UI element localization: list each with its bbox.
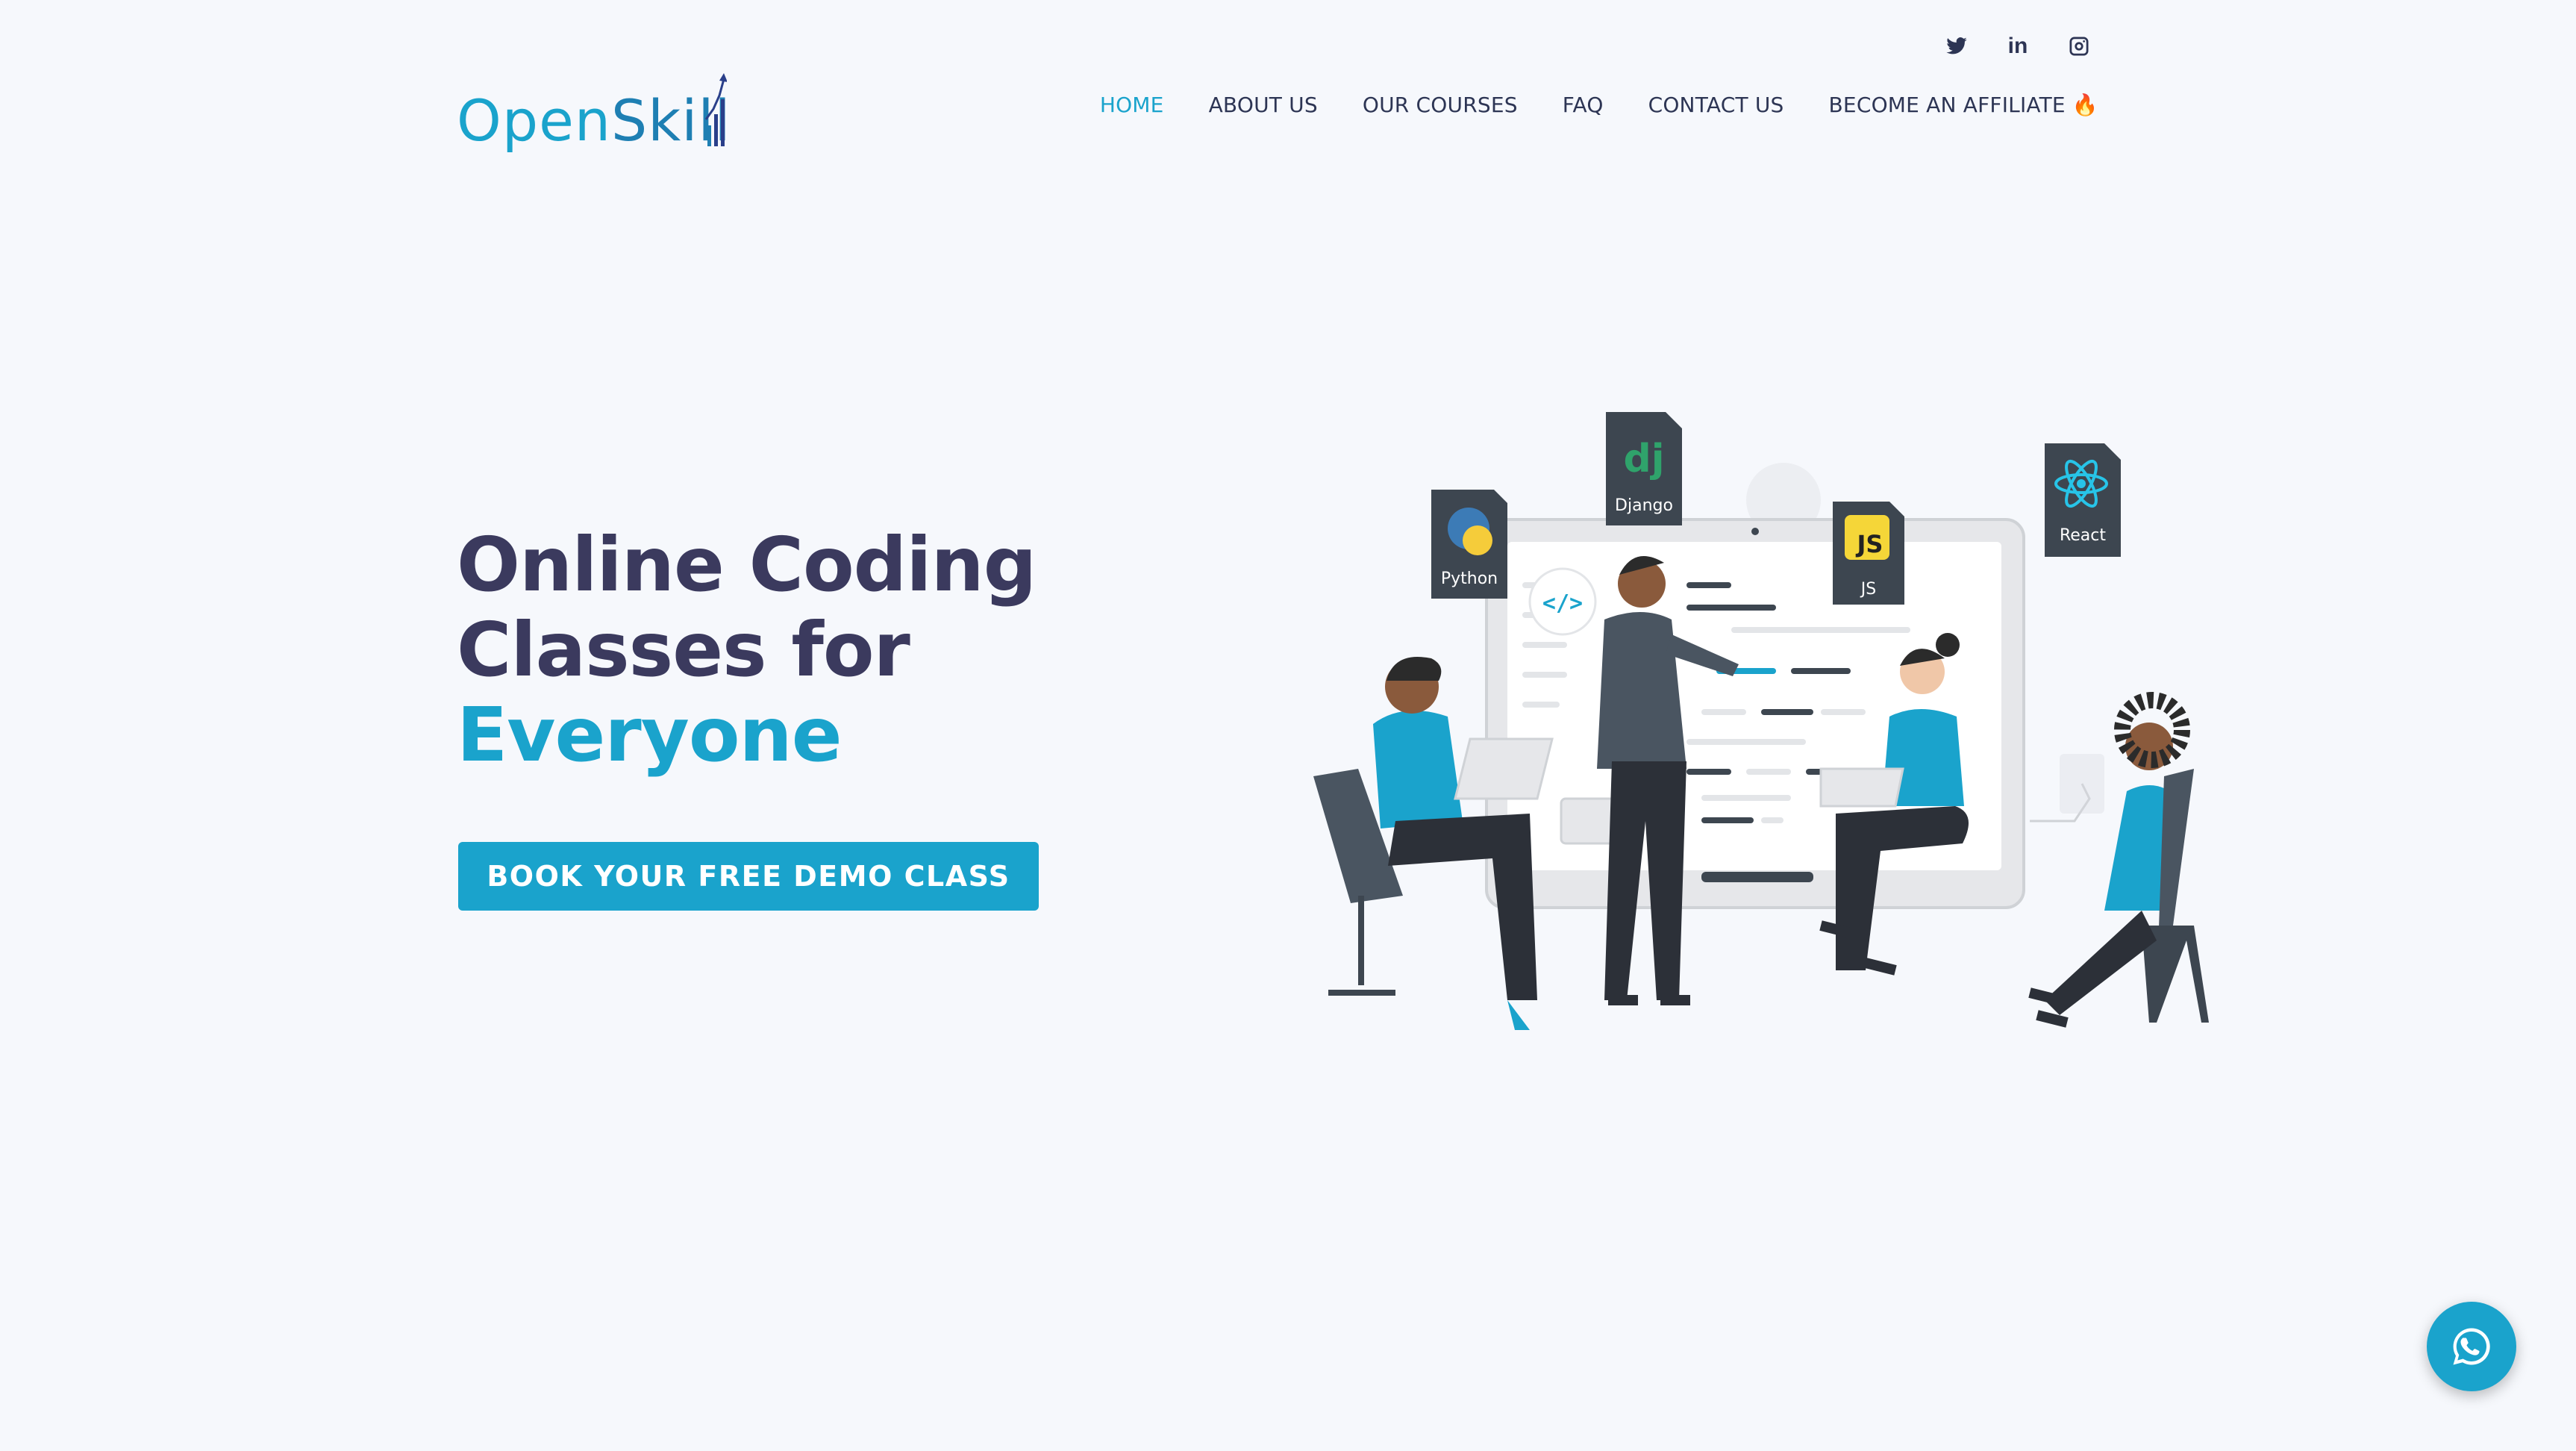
svg-text:JS: JS xyxy=(1860,580,1876,599)
linkedin-icon: in xyxy=(2007,34,2028,58)
logo[interactable]: OpenSkill xyxy=(457,73,731,149)
hero-line-1: Online Coding xyxy=(457,521,1037,608)
nav-contact-us[interactable]: CONTACT US xyxy=(1648,93,1784,117)
nav-about-us[interactable]: ABOUT US xyxy=(1209,93,1318,117)
js-ghost-icon xyxy=(2060,754,2104,814)
svg-text:dj: dj xyxy=(1623,437,1664,481)
logo-bars-icon xyxy=(704,73,727,146)
code-tag-badge: </> xyxy=(1528,567,1597,636)
nav-our-courses[interactable]: OUR COURSES xyxy=(1363,93,1518,117)
nav-become-affiliate[interactable]: BECOME AN AFFILIATE 🔥 xyxy=(1829,93,2098,117)
instagram-link[interactable] xyxy=(2063,30,2095,63)
book-demo-button[interactable]: BOOK YOUR FREE DEMO CLASS xyxy=(458,842,1039,911)
nav-faq[interactable]: FAQ xyxy=(1563,93,1604,117)
python-badge: Python xyxy=(1431,490,1507,599)
logo-text: OpenSkill xyxy=(457,93,731,149)
main-nav: HOME ABOUT US OUR COURSES FAQ CONTACT US… xyxy=(1100,93,2098,117)
react-badge: React xyxy=(2045,443,2121,557)
hero-title: Online Coding Classes for Everyone xyxy=(457,521,1037,778)
whatsapp-icon xyxy=(2453,1328,2490,1365)
linkedin-link[interactable]: in xyxy=(2001,30,2034,63)
svg-text:React: React xyxy=(2060,526,2106,545)
svg-text:Django: Django xyxy=(1615,496,1673,515)
hero-illustration: </> Python dj Django JS JS React xyxy=(1313,412,2209,1030)
social-links: in xyxy=(1940,30,2095,63)
svg-text:JS: JS xyxy=(1856,530,1883,558)
nav-home[interactable]: HOME xyxy=(1100,93,1164,117)
django-badge: dj Django xyxy=(1606,412,1682,525)
twitter-icon xyxy=(1946,37,1967,54)
hero-line-2: Classes for xyxy=(457,606,910,693)
js-badge: JS JS xyxy=(1833,502,1904,605)
hero-line-3: Everyone xyxy=(457,691,842,778)
nav-affiliate-label: BECOME AN AFFILIATE xyxy=(1828,93,2066,117)
fire-icon: 🔥 xyxy=(2072,93,2098,117)
svg-text:</>: </> xyxy=(1542,590,1583,617)
svg-text:Python: Python xyxy=(1441,570,1498,588)
person-seated-right xyxy=(2028,692,2209,1028)
logo-open: Open xyxy=(457,87,611,154)
twitter-link[interactable] xyxy=(1940,30,1973,63)
whatsapp-button[interactable] xyxy=(2427,1302,2516,1391)
instagram-icon xyxy=(2069,37,2089,56)
